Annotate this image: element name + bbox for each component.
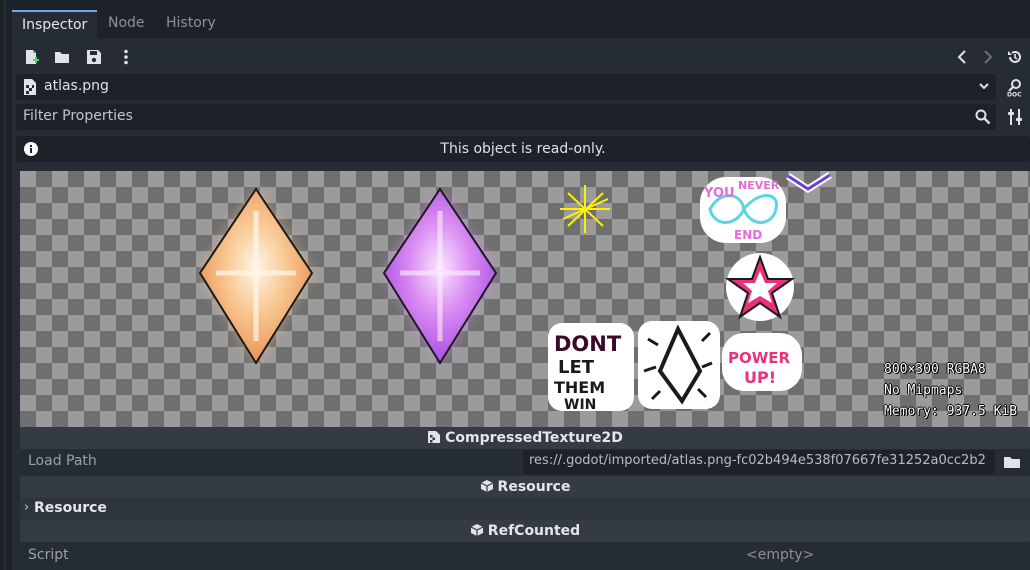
svg-text:DOC: DOC	[1007, 92, 1022, 98]
section-refcounted: RefCounted	[20, 520, 1030, 542]
atlas-image: YOU NEVER END DONT LET THEM WIN POWER UP…	[198, 172, 832, 413]
property-options-icon[interactable]	[1005, 107, 1025, 127]
section-title: Resource	[20, 479, 1030, 495]
purple-crystal	[382, 187, 498, 365]
filter-placeholder: Filter Properties	[23, 108, 133, 124]
svg-text:NEVER: NEVER	[738, 179, 780, 192]
svg-text:POWER: POWER	[728, 349, 791, 367]
resource-name: atlas.png	[44, 78, 109, 94]
resource-section-label: Resource	[497, 479, 571, 495]
dont-let-them-win-sticker: DONT LET THEM WIN	[548, 323, 634, 413]
inspector-panel: Inspector Node History atlas.png DOC Fil…	[12, 0, 1030, 570]
tab-history[interactable]: History	[166, 10, 216, 38]
back-icon[interactable]	[954, 48, 972, 66]
svg-text:END: END	[734, 228, 762, 242]
readonly-notice: This object is read-only.	[16, 136, 1030, 162]
resource-cube-icon	[480, 479, 494, 493]
svg-text:LET: LET	[558, 357, 595, 378]
orange-crystal	[198, 187, 314, 365]
open-documentation-icon[interactable]: DOC	[1005, 77, 1025, 97]
svg-text:THEM: THEM	[554, 378, 605, 397]
script-value[interactable]: <empty>	[746, 547, 814, 563]
svg-text:DONT: DONT	[554, 332, 622, 356]
new-resource-icon[interactable]	[22, 48, 40, 66]
svg-text:WIN: WIN	[564, 397, 596, 413]
chevron-down-icon[interactable]	[977, 79, 991, 93]
script-row: Script <empty>	[20, 543, 1030, 569]
dock-tab-bar: Inspector Node History	[12, 0, 1030, 38]
power-up-sticker: POWER UP!	[722, 333, 802, 391]
search-icon	[974, 108, 992, 126]
forward-icon[interactable]	[978, 48, 996, 66]
texture-mipmaps: No Mipmaps	[884, 383, 963, 398]
filter-properties-input[interactable]: Filter Properties	[16, 104, 996, 130]
yellow-spark	[560, 185, 610, 233]
section-resource: Resource	[20, 476, 1030, 498]
resource-group-toggle[interactable]: › Resource	[20, 498, 1030, 520]
inspector-toolbar	[12, 44, 1030, 70]
section-title: RefCounted	[20, 523, 1030, 539]
load-path-label: Load Path	[28, 453, 97, 469]
purple-chevron	[786, 172, 832, 194]
load-path-value: res://.godot/imported/atlas.png-fc02b494…	[529, 453, 986, 468]
compressed-texture-label: CompressedTexture2D	[445, 430, 623, 446]
left-dock-strip	[0, 0, 12, 570]
tab-node[interactable]: Node	[108, 10, 145, 38]
history-icon[interactable]	[1006, 48, 1024, 66]
load-path-field[interactable]: res://.godot/imported/atlas.png-fc02b494…	[523, 450, 995, 474]
svg-text:UP!: UP!	[744, 368, 776, 387]
texture-memory: Memory: 937.5 KiB	[884, 404, 1018, 419]
refcounted-cube-icon	[470, 523, 484, 537]
load-path-row: Load Path res://.godot/imported/atlas.pn…	[20, 449, 1030, 475]
save-icon[interactable]	[85, 48, 103, 66]
resource-group-label: Resource	[34, 500, 107, 516]
dock-divider	[4, 0, 6, 570]
more-options-icon[interactable]	[117, 48, 135, 66]
readonly-message: This object is read-only.	[440, 141, 606, 157]
texture-info: 800×300 RGBA8 No Mipmaps Memory: 937.5 K…	[884, 359, 1030, 422]
folder-icon[interactable]	[1001, 452, 1023, 472]
section-compressedtexture2d: CompressedTexture2D	[20, 427, 1030, 449]
you-never-end-sticker: YOU NEVER END	[700, 177, 786, 243]
texture-preview: YOU NEVER END DONT LET THEM WIN POWER UP…	[20, 171, 1030, 427]
refcounted-section-label: RefCounted	[487, 523, 581, 539]
chevron-right-icon: ›	[24, 500, 30, 515]
pink-star-sticker	[724, 253, 796, 321]
script-label: Script	[28, 547, 69, 563]
svg-text:YOU: YOU	[703, 186, 735, 201]
section-title: CompressedTexture2D	[20, 430, 1030, 446]
broken-crystal-sticker	[638, 321, 720, 409]
resource-selector[interactable]: atlas.png	[16, 74, 996, 100]
image-file-icon	[22, 78, 38, 96]
texture-class-icon	[427, 430, 441, 444]
open-folder-icon[interactable]	[53, 48, 71, 66]
tab-inspector[interactable]: Inspector	[12, 10, 97, 38]
texture-size: 800×300 RGBA8	[884, 362, 986, 377]
